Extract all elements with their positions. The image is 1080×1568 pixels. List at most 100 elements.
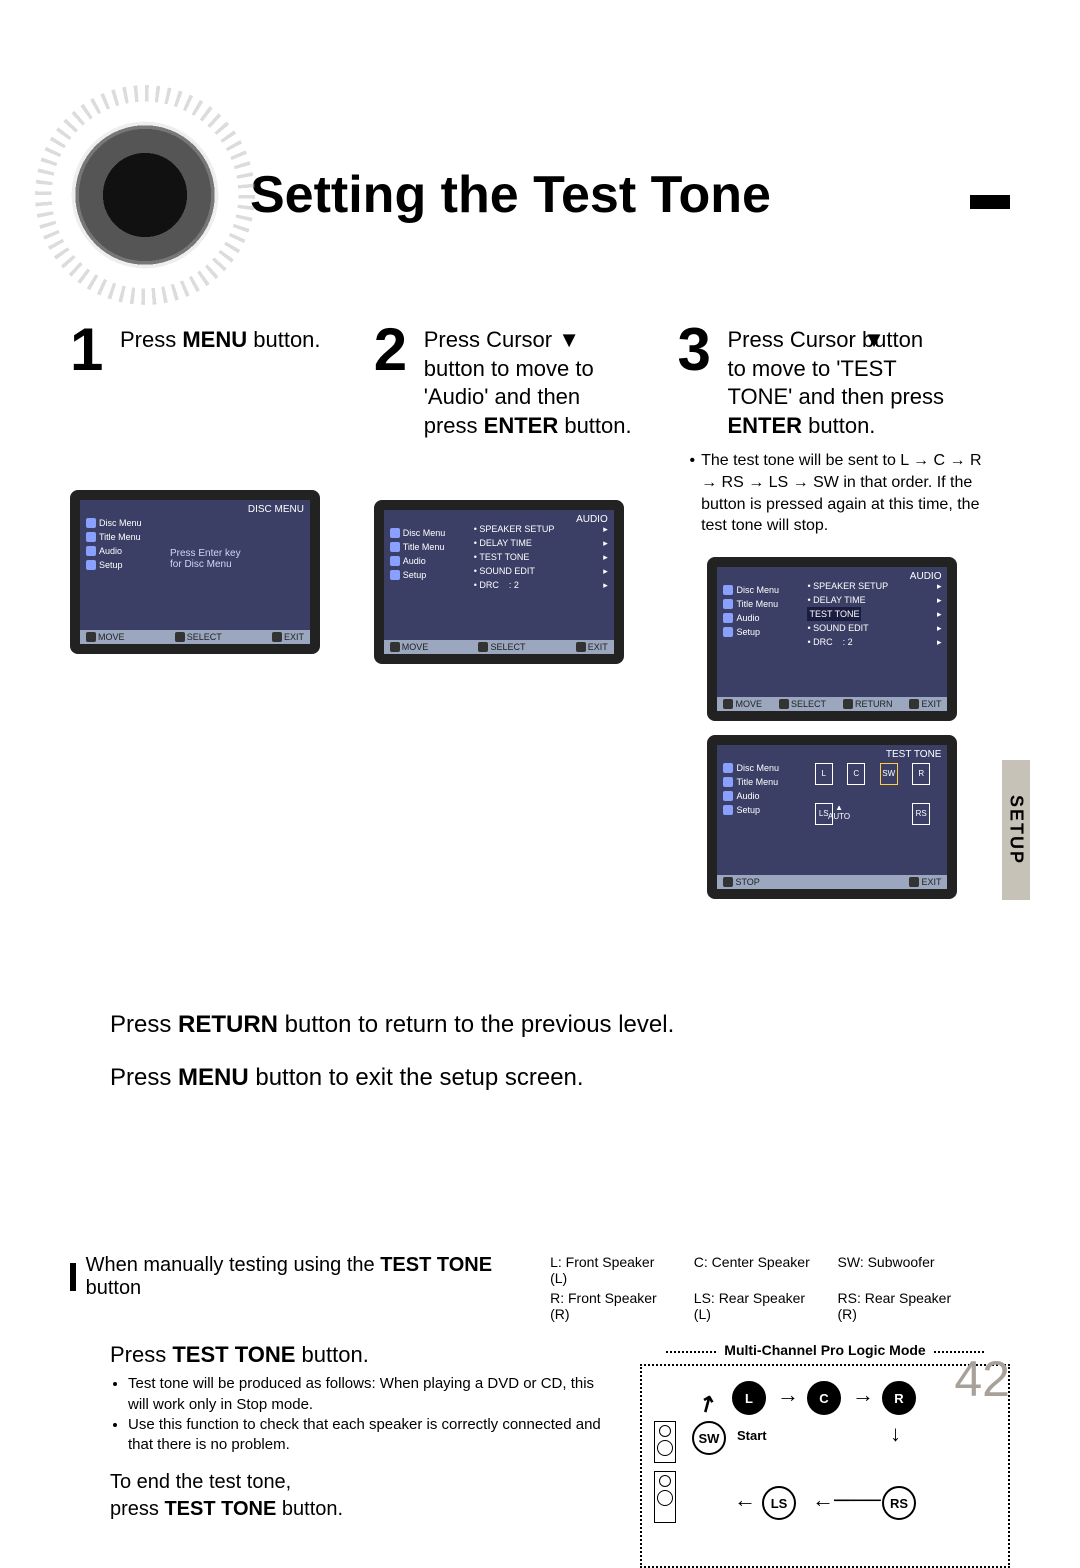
speaker-icon	[60, 110, 230, 280]
disc-icon	[390, 528, 400, 538]
sidebar-audio: Audio	[736, 611, 759, 625]
screen-1-hint: Press Enter key for Disc Menu	[170, 548, 300, 570]
step-3-text: Press Cursor button▼ to move to 'TEST TO…	[727, 320, 944, 440]
end-l2-post: button.	[276, 1498, 343, 1520]
nav-lines: Press RETURN button to return to the pre…	[110, 999, 1010, 1105]
row-drc: DRC	[479, 580, 499, 590]
node-l: L	[732, 1381, 766, 1415]
sidebar-disc-menu: Disc Menu	[403, 526, 446, 540]
band-title-post: button	[86, 1277, 142, 1299]
step-3: 3 Press Cursor button▼ to move to 'TEST …	[677, 320, 1010, 899]
screen-1: DISC MENU Disc Menu Title Menu Audio Set…	[70, 490, 320, 654]
select-icon	[478, 642, 488, 652]
setup-icon	[723, 627, 733, 637]
step-2-l3b-post: button.	[558, 413, 631, 438]
sidebar-title-menu: Title Menu	[736, 775, 778, 789]
row-sound-edit: SOUND EDIT	[813, 623, 869, 633]
disc-icon	[86, 518, 96, 528]
title-row: Setting the Test Tone	[70, 110, 1010, 280]
sidebar-audio: Audio	[99, 544, 122, 558]
footer-exit: EXIT	[588, 642, 608, 652]
screen-1-sidebar: Disc Menu Title Menu Audio Setup	[86, 516, 142, 572]
step-2-text: Press Cursor ▼ button to move to 'Audio'…	[424, 320, 632, 440]
speaker-box-icon	[654, 1421, 676, 1463]
setup-icon	[723, 805, 733, 815]
footer-return: RETURN	[855, 699, 893, 709]
manual-test-section: When manually testing using the TEST TON…	[70, 1234, 1010, 1568]
row-drc-value: : 2	[843, 637, 853, 647]
footer-stop: STOP	[735, 877, 759, 887]
footer-exit: EXIT	[921, 699, 941, 709]
arrow-left-icon: ←	[734, 1487, 756, 1513]
footer-move: MOVE	[735, 699, 762, 709]
audio-icon	[723, 791, 733, 801]
band-lower: Press TEST TONE button. Test tone will b…	[70, 1342, 1010, 1568]
step-3-number: 3	[677, 320, 727, 380]
screen-1-title: DISC MENU	[248, 504, 304, 515]
screen-3b: TEST TONE Disc Menu Title Menu Audio Set…	[707, 735, 957, 899]
setup-icon	[86, 560, 96, 570]
disc-icon	[723, 763, 733, 773]
step-3-note-text: The test tone will be sent to L → C → R …	[701, 450, 994, 536]
screen-2-footer: MOVE SELECT EXIT	[384, 640, 614, 654]
nav-menu-bold: MENU	[178, 1064, 249, 1091]
stop-icon	[723, 877, 733, 887]
steps-row: 1 Press MENU button. DISC MENU Disc Menu…	[70, 320, 1010, 899]
arrow-icon: →	[777, 1382, 799, 1408]
disc-icon	[723, 585, 733, 595]
start-label: Start	[737, 1428, 767, 1443]
bullet-test-tone-produced: Test tone will be produced as follows: W…	[128, 1374, 610, 1415]
nav-menu-post: button to exit the setup screen.	[249, 1064, 584, 1091]
sidebar-disc-menu: Disc Menu	[99, 516, 142, 530]
speaker-legend: L: Front Speaker (L) C: Center Speaker S…	[550, 1254, 970, 1322]
band-title-pre: When manually testing using the	[86, 1254, 381, 1276]
arrow-left-icon: ←───	[812, 1487, 881, 1513]
footer-exit: EXIT	[284, 632, 304, 642]
row-delay-time: DELAY TIME	[479, 538, 532, 548]
step-1: 1 Press MENU button. DISC MENU Disc Menu…	[70, 320, 374, 654]
footer-exit: EXIT	[921, 877, 941, 887]
step-2-l2: button to move to	[424, 356, 594, 381]
tt-sw: SW	[880, 763, 898, 785]
band-title-bold: TEST TONE	[380, 1254, 492, 1276]
footer-move: MOVE	[98, 632, 125, 642]
end-test-tone: To end the test tone, press TEST TONE bu…	[110, 1469, 610, 1523]
nav-menu-pre: Press	[110, 1064, 178, 1091]
cursor-down-icon: ▼	[863, 327, 885, 352]
sidebar-title-menu: Title Menu	[403, 540, 445, 554]
screen-3b-footer: STOP EXIT	[717, 875, 947, 889]
screen-3a-footer: MOVE SELECT RETURN EXIT	[717, 697, 947, 711]
audio-icon	[390, 556, 400, 566]
step-3-l3: TONE' and then press	[727, 384, 944, 409]
step-3-note: The test tone will be sent to L → C → R …	[677, 450, 994, 536]
tt-center-label: AUTO	[828, 812, 850, 821]
setup-icon	[390, 570, 400, 580]
sidebar-disc-menu: Disc Menu	[736, 583, 779, 597]
move-icon	[390, 642, 400, 652]
cursor-down-icon: ▼	[558, 327, 580, 352]
exit-icon	[909, 877, 919, 887]
step-3-l2: to move to 'TEST	[727, 356, 896, 381]
legend-r: R: Front Speaker (R)	[550, 1290, 668, 1322]
nav-menu-line: Press MENU button to exit the setup scre…	[110, 1052, 1010, 1105]
legend-c: C: Center Speaker	[694, 1254, 812, 1286]
screen-1-hint-1: Press Enter key	[170, 548, 300, 559]
page-title: Setting the Test Tone	[250, 165, 771, 225]
press-tt-pre: Press	[110, 1342, 172, 1367]
screen-2-list: • SPEAKER SETUP▸ • DELAY TIME▸ • TEST TO…	[474, 522, 608, 592]
row-delay-time: DELAY TIME	[813, 595, 866, 605]
tt-c: C	[847, 763, 865, 785]
select-icon	[779, 699, 789, 709]
bullet-check-speakers: Use this function to check that each spe…	[128, 1415, 610, 1456]
screen-2-sidebar: Disc Menu Title Menu Audio Setup	[390, 526, 446, 582]
screen-3a-list: • SPEAKER SETUP▸ • DELAY TIME▸ TEST TONE…	[807, 579, 941, 649]
step-3-l1: Press Cursor button	[727, 327, 923, 352]
arrow-icon: →	[852, 1382, 874, 1408]
node-r: R	[882, 1381, 916, 1415]
node-rs: RS	[882, 1486, 916, 1520]
row-speaker-setup: SPEAKER SETUP	[479, 524, 554, 534]
return-icon	[843, 699, 853, 709]
screen-3a: AUDIO Disc Menu Title Menu Audio Setup •…	[707, 557, 957, 721]
row-drc-value: : 2	[509, 580, 519, 590]
move-icon	[86, 632, 96, 642]
